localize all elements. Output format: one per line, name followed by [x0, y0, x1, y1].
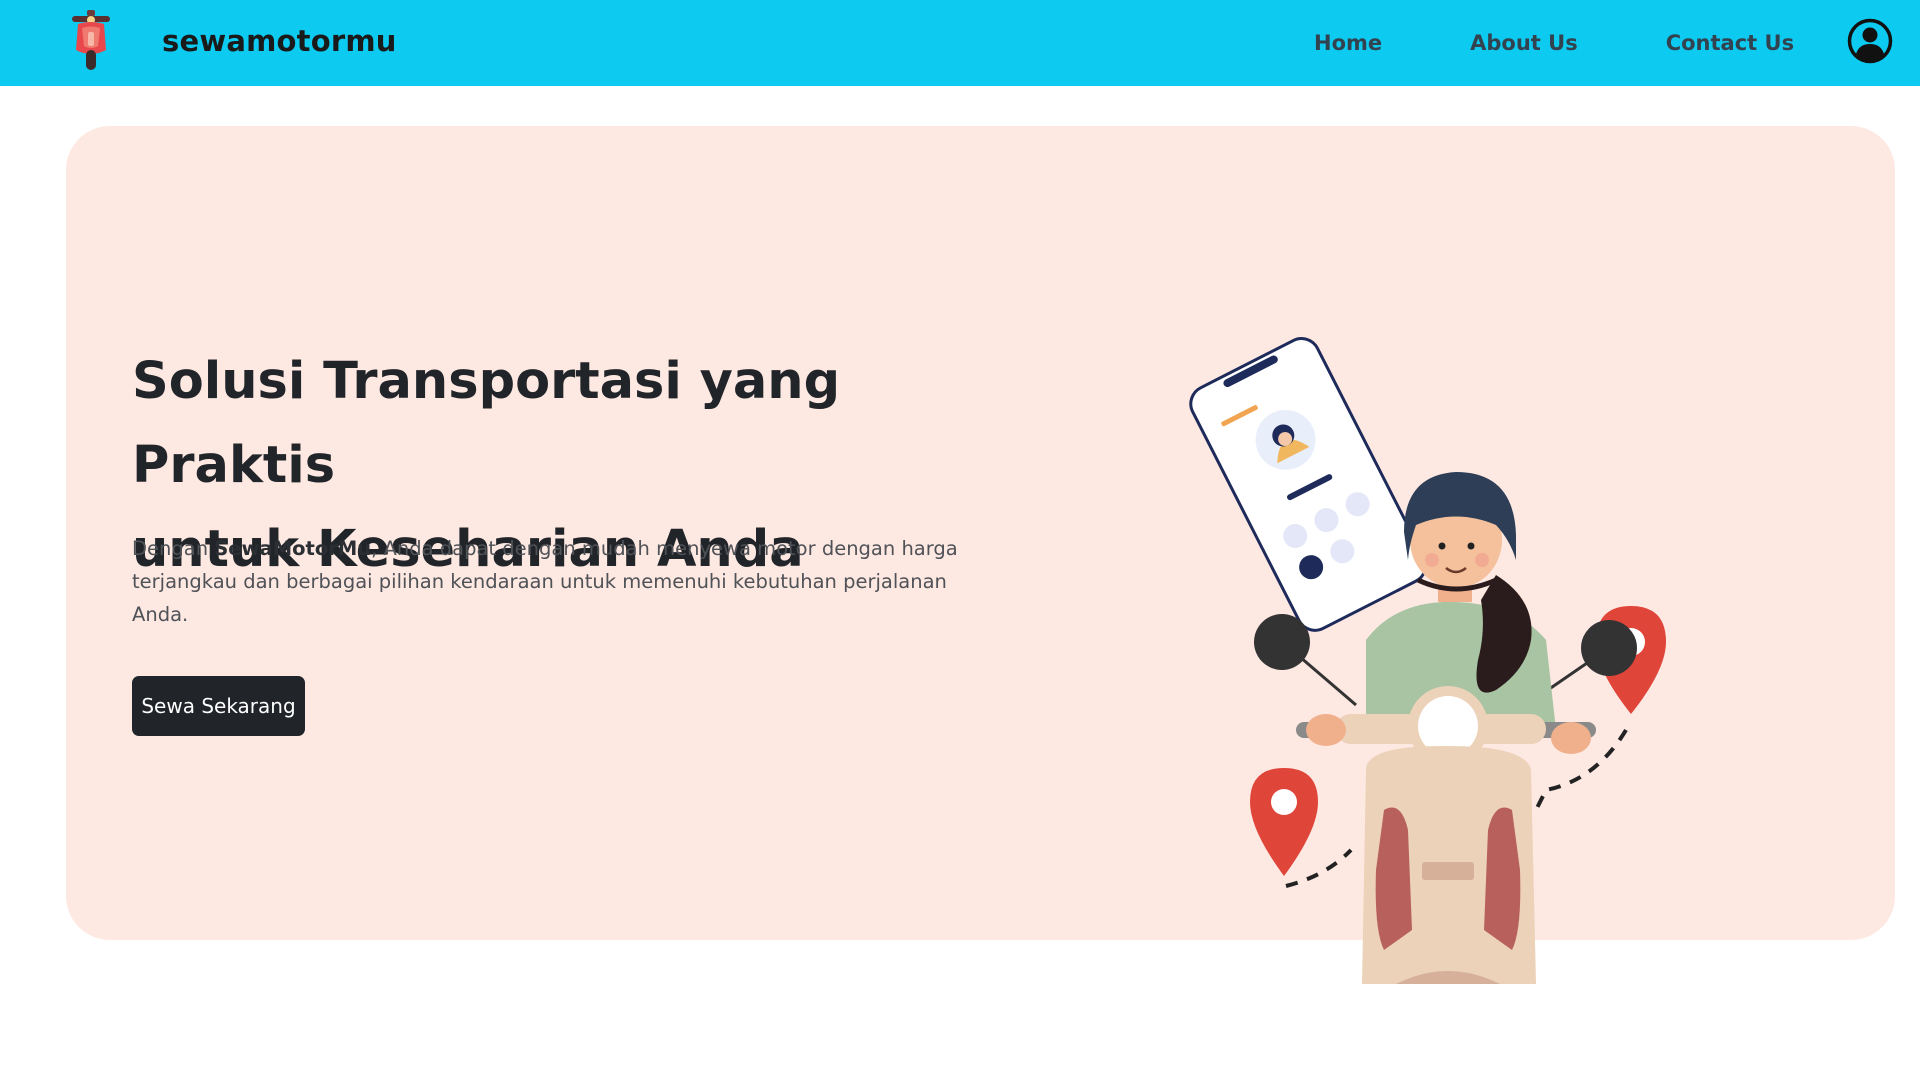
brand-name: sewamotormu — [162, 24, 397, 58]
hero-description: Dengan SewaMotorMu, Anda dapat dengan mu… — [132, 532, 982, 631]
navbar: sewamotormu Home About Us Contact Us — [0, 0, 1920, 86]
nav-links: Home About Us Contact Us — [1290, 0, 1838, 86]
phone-illustration — [1189, 337, 1428, 632]
hero-desc-prefix: Dengan — [132, 537, 215, 560]
nav-link-home[interactable]: Home — [1290, 23, 1426, 63]
scooter-logo-icon — [72, 10, 110, 70]
hero-desc-brand: SewaMotorMu — [214, 537, 372, 560]
nav-link-about-us[interactable]: About Us — [1426, 23, 1622, 63]
hero-card: Solusi Transportasi yang Praktis untuk K… — [66, 126, 1895, 984]
brand-link[interactable]: sewamotormu — [68, 10, 397, 72]
rent-now-button[interactable]: Sewa Sekarang — [132, 676, 305, 736]
map-pin-icon — [1250, 768, 1318, 876]
user-circle-icon[interactable] — [1847, 18, 1893, 64]
scooter-rider-illustration — [1189, 337, 1666, 984]
nav-link-contact-us[interactable]: Contact Us — [1622, 23, 1838, 63]
hero-title-line-1: Solusi Transportasi yang Praktis — [132, 352, 841, 495]
